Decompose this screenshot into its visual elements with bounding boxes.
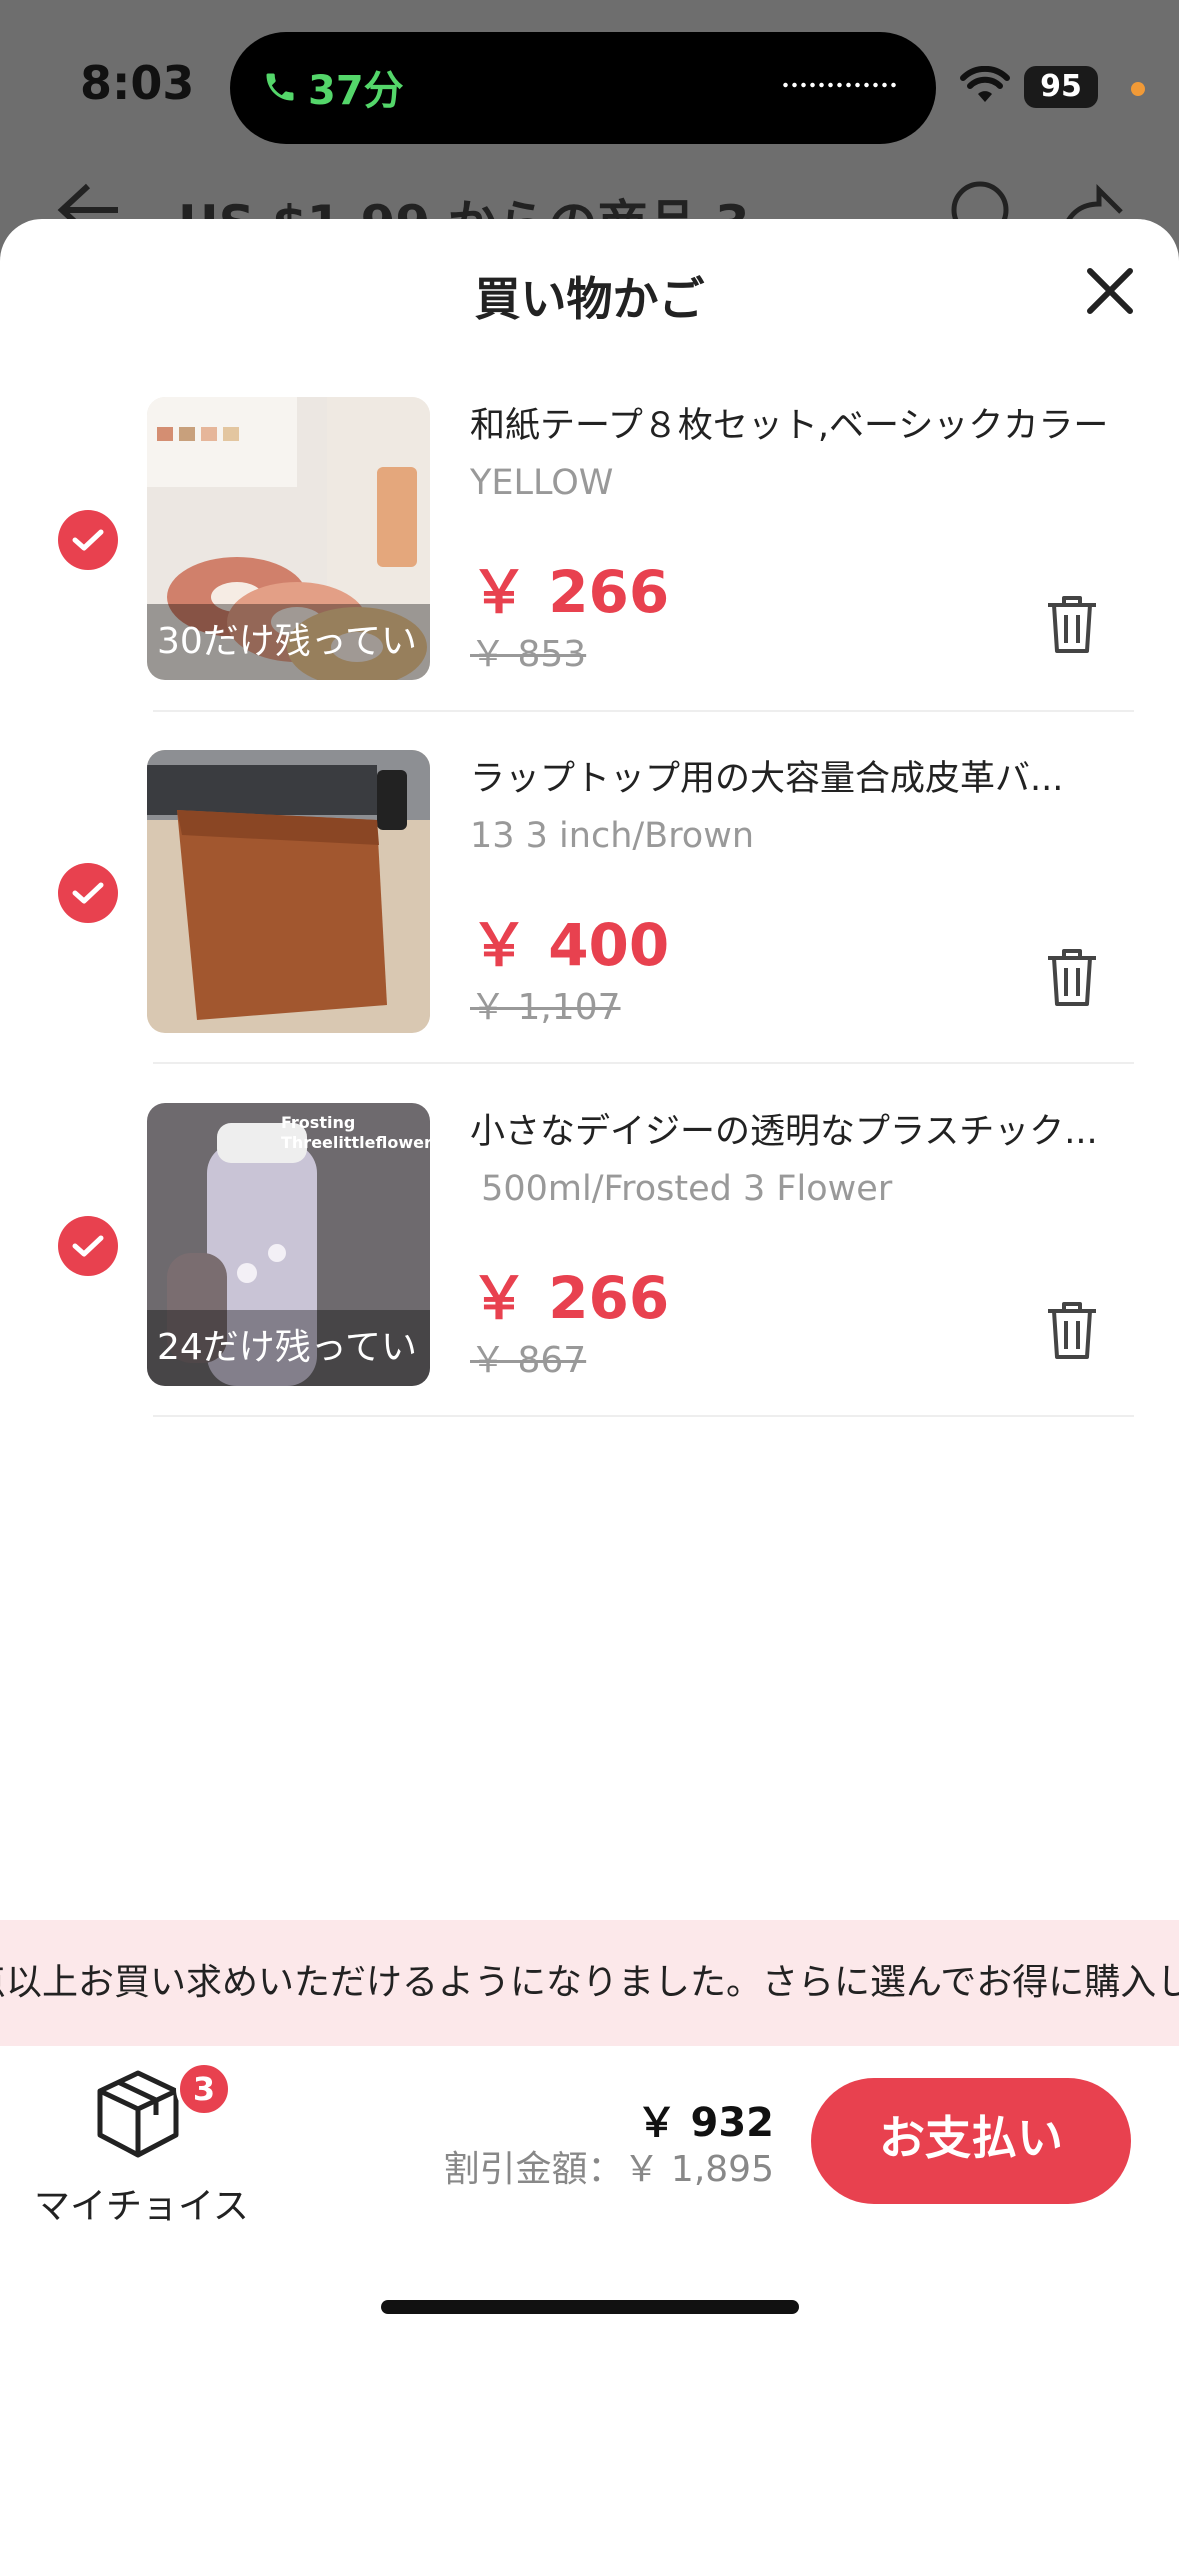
mychoice-button[interactable]: 3 マイチョイス — [30, 2061, 249, 2235]
call-duration: 37分 — [308, 68, 404, 114]
privacy-indicator-dot — [1131, 82, 1145, 96]
item-divider — [153, 1415, 1134, 1417]
product-price: ￥ 266 — [470, 558, 670, 626]
product-image[interactable]: 30だけ残ってい — [147, 397, 430, 680]
close-icon[interactable] — [1082, 263, 1138, 319]
product-price: ￥ 266 — [470, 1264, 670, 1332]
home-indicator[interactable] — [381, 2300, 799, 2314]
trash-icon[interactable] — [1042, 593, 1102, 657]
wifi-icon — [960, 66, 1010, 102]
box-icon — [97, 2070, 179, 2158]
checkmark-icon — [72, 529, 104, 551]
phone-icon — [266, 73, 294, 101]
checkmark-icon — [72, 1235, 104, 1257]
product-variant[interactable]: YELLOW — [470, 463, 613, 503]
promo-banner: 点以上お買い求めいただけるようになりました。さらに選んでお得に購入し — [0, 1920, 1179, 2046]
sheet-title: 買い物かご — [474, 272, 705, 326]
call-indicator[interactable]: 37分 — [262, 58, 404, 116]
promo-text: 点以上お買い求めいただけるようになりました。さらに選んでお得に購入し — [0, 1962, 1179, 2003]
checkbox-checked[interactable] — [58, 1216, 118, 1276]
product-variant[interactable]: 500ml/Frosted 3 Flower — [470, 1169, 892, 1209]
item-divider — [153, 710, 1134, 712]
original-price: ￥ 1,107 — [470, 987, 621, 1028]
product-image[interactable]: Frosting Threelittleflowers 24だけ残ってい — [147, 1103, 430, 1386]
original-price: ￥ 853 — [470, 634, 587, 675]
product-price: ￥ 400 — [470, 911, 670, 979]
discount-amount: 割引金額：￥ 1,895 — [443, 2149, 774, 2190]
product-name[interactable]: 小さなデイジーの透明なプラスチック... — [470, 1103, 1120, 1154]
mychoice-label: マイチョイス — [34, 2186, 249, 2227]
product-image[interactable] — [147, 750, 430, 1033]
audio-waveform-icon — [781, 82, 896, 88]
cart-item[interactable]: 30だけ残ってい 和紙テープ８枚セット,ベーシックカラー YELLOW ￥ 26… — [0, 397, 1179, 749]
stock-remaining-label: 30だけ残ってい — [147, 604, 430, 680]
product-name[interactable]: ラップトップ用の大容量合成皮革バ... — [470, 750, 1120, 801]
product-name[interactable]: 和紙テープ８枚セット,ベーシックカラー — [470, 397, 1120, 448]
checkbox-checked[interactable] — [58, 510, 118, 570]
original-price: ￥ 867 — [470, 1340, 587, 1381]
battery-indicator: 95 — [1024, 66, 1098, 108]
product-variant[interactable]: 13 3 inch/Brown — [470, 816, 754, 856]
mychoice-badge: 3 — [176, 2061, 232, 2117]
checkmark-icon — [72, 882, 104, 904]
status-time: 8:03 — [80, 56, 195, 110]
trash-icon[interactable] — [1042, 1299, 1102, 1363]
item-divider — [153, 1062, 1134, 1064]
cart-item[interactable]: ラップトップ用の大容量合成皮革バ... 13 3 inch/Brown ￥ 40… — [0, 750, 1179, 1102]
trash-icon[interactable] — [1042, 946, 1102, 1010]
dynamic-island[interactable]: 37分 — [230, 32, 936, 144]
checkout-button[interactable]: お支払い — [811, 2078, 1131, 2204]
checkbox-checked[interactable] — [58, 863, 118, 923]
cart-item[interactable]: Frosting Threelittleflowers 24だけ残ってい 小さな… — [0, 1103, 1179, 1455]
laptop-sleeve-image — [147, 750, 430, 1033]
image-text: Frosting Threelittleflowers — [281, 1113, 430, 1152]
stock-remaining-label: 24だけ残ってい — [147, 1310, 430, 1386]
